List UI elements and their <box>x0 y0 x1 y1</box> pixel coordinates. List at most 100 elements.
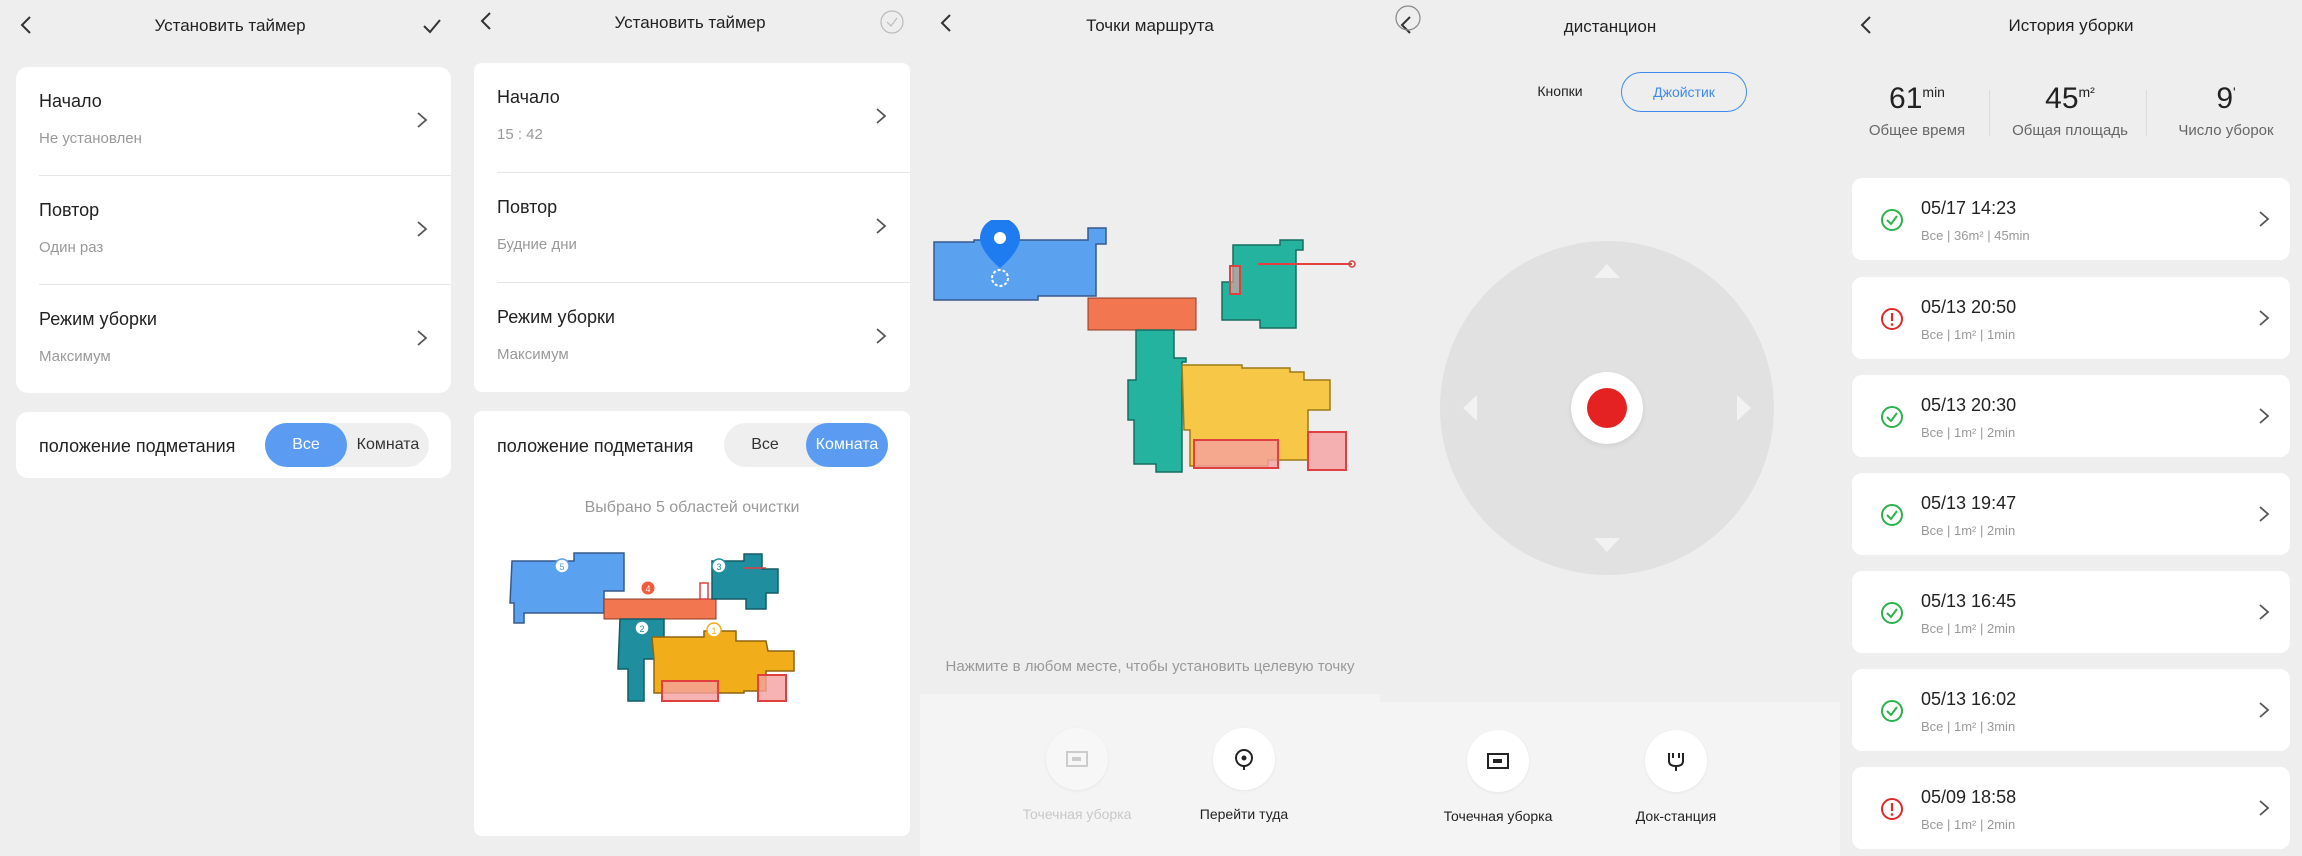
repeat-row[interactable]: Повтор Будние дни <box>474 173 910 283</box>
history-record[interactable]: 05/13 16:02 Все | 1m² | 3min <box>1852 669 2290 751</box>
record-detail: Все | 36m² | 45min <box>1921 228 2030 243</box>
divider <box>1989 90 1990 136</box>
repeat-row[interactable]: Повтор Один раз <box>16 176 451 284</box>
clean-mode-label: Режим уборки <box>39 309 157 329</box>
top-bar: Точки маршрута <box>920 0 1380 52</box>
history-record[interactable]: 05/13 20:50 Все | 1m² | 1min <box>1852 277 2290 359</box>
confirm-circle-check-icon[interactable] <box>880 10 904 34</box>
top-bar: Установить таймер <box>0 0 460 52</box>
stat-value: 61 <box>1889 82 1923 115</box>
spot-clean-button[interactable]: Точечная уборка <box>1428 730 1568 824</box>
success-check-icon <box>1881 602 1903 624</box>
zone-rect <box>1307 431 1347 471</box>
arrow-right-icon[interactable] <box>1736 394 1752 422</box>
sweep-position-label: положение подметания <box>39 436 236 456</box>
repeat-label: Повтор <box>39 200 100 220</box>
sweep-option-all[interactable]: Все <box>265 423 347 467</box>
record-datetime: 05/13 16:45 <box>1921 591 2017 611</box>
joystick-pad[interactable] <box>1440 241 1774 575</box>
chevron-right-icon <box>417 330 428 346</box>
start-label: Начало <box>39 91 102 111</box>
arrow-down-icon[interactable] <box>1593 537 1621 553</box>
spot-clean-button[interactable]: Точечная уборка <box>1007 728 1147 822</box>
control-mode-tabs: Кнопки Джойстик <box>1380 72 1840 112</box>
history-record[interactable]: 05/13 19:47 Все | 1m² | 2min <box>1852 473 2290 555</box>
chevron-right-icon <box>2259 310 2270 326</box>
zone-rect <box>699 582 709 600</box>
arrow-up-icon[interactable] <box>1593 263 1621 279</box>
tab-joystick[interactable]: Джойстик <box>1621 72 1747 112</box>
sweep-option-all[interactable]: Все <box>724 423 806 467</box>
room-badge-5: 5 <box>554 558 570 574</box>
chevron-right-icon <box>417 112 428 128</box>
dock-circle <box>1645 730 1707 792</box>
stat-clean-count: 9' Число уборок <box>2156 82 2296 139</box>
go-there-button[interactable]: Перейти туда <box>1174 728 1314 822</box>
remote-control-screen: дистанцион Кнопки Джойстик Точечная убор… <box>1380 0 1840 856</box>
room-badge-1-label: 1 <box>711 626 716 636</box>
room-badge-5-label: 5 <box>559 562 564 572</box>
history-record[interactable]: 05/17 14:23 Все | 36m² | 45min <box>1852 178 2290 260</box>
top-bar: История уборки <box>1840 0 2302 52</box>
sweep-option-room[interactable]: Комната <box>806 423 888 467</box>
top-bar: Установить таймер <box>460 0 920 52</box>
room-teal-left <box>1127 329 1187 473</box>
stat-value: 45 <box>2045 82 2079 115</box>
start-row[interactable]: Начало Не установлен <box>16 67 451 175</box>
room-selection-map[interactable]: 5 4 3 2 1 <box>504 551 884 781</box>
go-there-circle <box>1213 728 1275 790</box>
history-record[interactable]: 05/13 16:45 Все | 1m² | 2min <box>1852 571 2290 653</box>
waypoints-map[interactable] <box>928 220 1378 490</box>
repeat-label: Повтор <box>497 197 558 217</box>
start-value: 15 : 42 <box>497 126 543 143</box>
spot-clean-circle <box>1046 728 1108 790</box>
record-datetime: 05/13 20:30 <box>1921 395 2017 415</box>
sweep-option-room[interactable]: Комната <box>347 423 429 467</box>
success-check-icon <box>1881 209 1903 231</box>
room-blue <box>933 227 1107 301</box>
success-check-icon <box>1881 504 1903 526</box>
spot-clean-label: Точечная уборка <box>1022 806 1132 822</box>
stop-button[interactable] <box>1571 372 1643 444</box>
page-title: Точки маршрута <box>1086 16 1214 35</box>
repeat-value: Один раз <box>39 239 104 256</box>
confirm-check-icon[interactable] <box>420 14 444 38</box>
sweep-position-card: положение подметания Все Комната Выбрано… <box>474 411 910 836</box>
clean-mode-row[interactable]: Режим уборки Максимум <box>474 283 910 393</box>
action-bar: Точечная уборка Док-станция <box>1380 702 1840 856</box>
record-detail: Все | 1m² | 2min <box>1921 621 2016 636</box>
target-icon <box>1235 749 1253 770</box>
selected-areas-note: Выбрано 5 областей очистки <box>584 499 800 516</box>
dock-label: Док-станция <box>1635 808 1717 824</box>
dock-button[interactable]: Док-станция <box>1606 730 1746 824</box>
history-record[interactable]: 05/13 20:30 Все | 1m² | 2min <box>1852 375 2290 457</box>
record-datetime: 05/09 18:58 <box>1921 787 2017 807</box>
history-record[interactable]: 05/09 18:58 Все | 1m² | 2min <box>1852 767 2290 849</box>
sweep-segmented-control: Все Комната <box>724 423 888 467</box>
error-alert-icon <box>1881 798 1903 820</box>
chevron-right-icon <box>417 221 428 237</box>
stat-total-time: 61min Общее время <box>1847 82 1987 139</box>
record-detail: Все | 1m² | 2min <box>1921 425 2016 440</box>
stat-unit: min <box>1922 84 1945 100</box>
sweep-position-card: положение подметания Все Комната <box>16 412 451 478</box>
page-title: Установить таймер <box>614 13 766 32</box>
cleaning-history-screen: История уборки 61min Общее время 45m² Об… <box>1840 0 2302 856</box>
arrow-left-icon[interactable] <box>1462 394 1478 422</box>
start-row[interactable]: Начало 15 : 42 <box>474 63 910 173</box>
tab-buttons[interactable]: Кнопки <box>1500 72 1620 112</box>
page-title: Установить таймер <box>154 16 306 35</box>
spot-clean-icon <box>1066 751 1088 767</box>
start-label: Начало <box>497 87 560 107</box>
timer-settings-card: Начало Не установлен Повтор Один раз Реж… <box>16 67 451 393</box>
zone-rect <box>757 674 787 702</box>
top-bar: дистанцион <box>1380 0 1840 52</box>
record-datetime: 05/13 20:50 <box>1921 297 2017 317</box>
success-check-icon <box>1881 700 1903 722</box>
start-value: Не установлен <box>39 130 142 147</box>
clean-mode-value: Максимум <box>39 348 111 365</box>
chevron-right-icon <box>2259 211 2270 227</box>
clean-mode-row[interactable]: Режим уборки Максимум <box>16 285 451 393</box>
stat-unit: ' <box>2233 84 2236 100</box>
sweep-segmented-control: Все Комната <box>265 423 429 467</box>
